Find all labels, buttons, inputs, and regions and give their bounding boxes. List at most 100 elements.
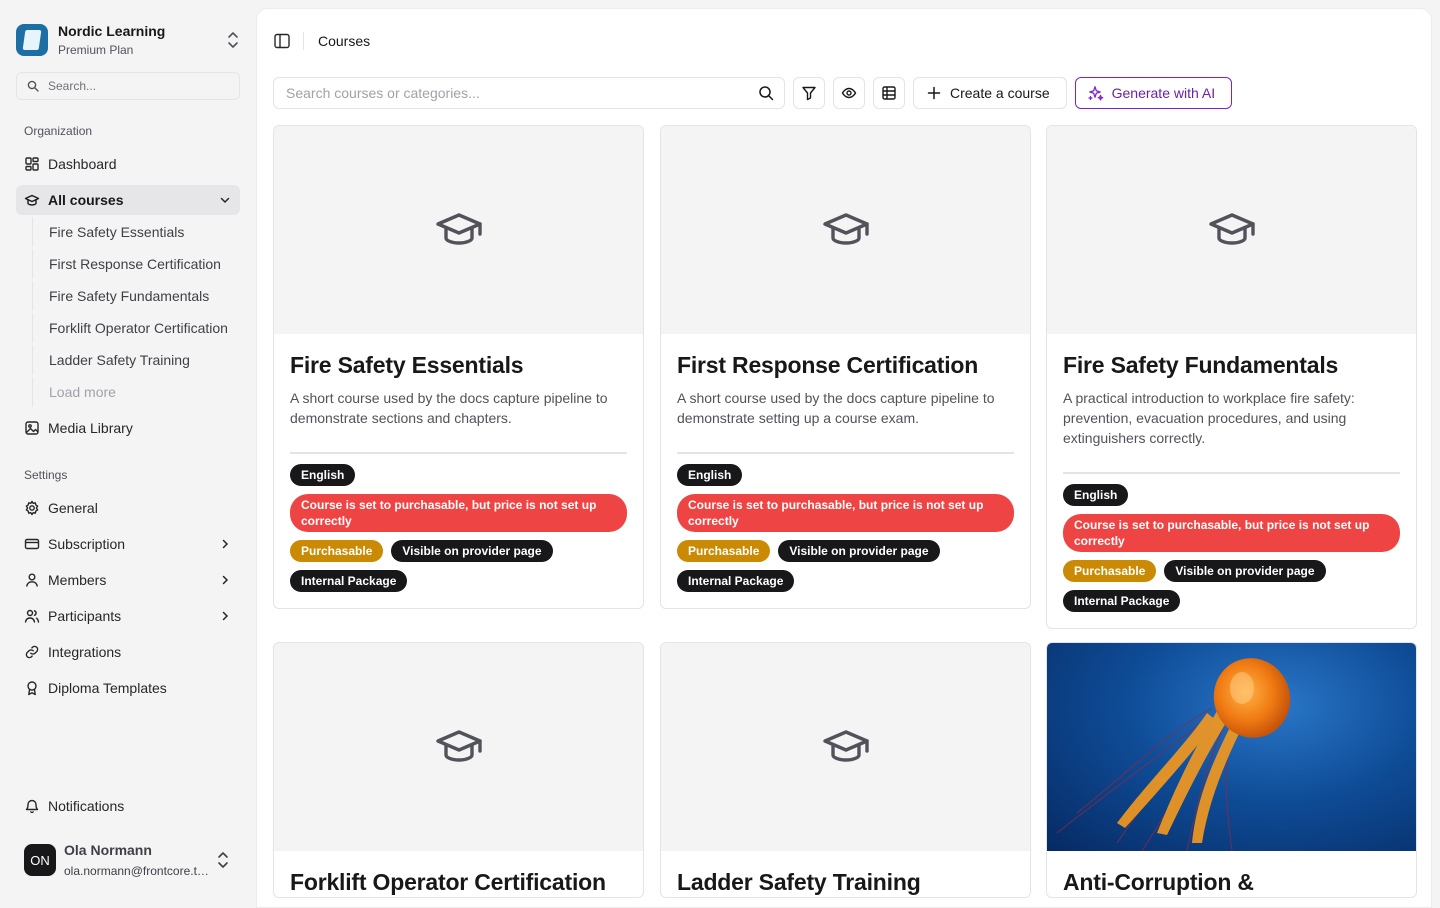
chevron-right-icon: [222, 539, 229, 549]
visible-badge: Visible on provider page: [778, 540, 940, 562]
avatar: ON: [24, 844, 56, 876]
course-thumbnail: [274, 126, 643, 334]
internal-package-badge: Internal Package: [1063, 590, 1181, 612]
breadcrumb: Courses: [318, 33, 371, 49]
course-card[interactable]: First Response Certification A short cou…: [660, 125, 1031, 609]
nav-members-label: Members: [48, 572, 107, 588]
course-card[interactable]: Anti-Corruption &: [1046, 642, 1417, 898]
nav-dashboard-label: Dashboard: [48, 156, 117, 172]
course-thumbnail: [1047, 126, 1416, 334]
sidebar-course-label: First Response Certification: [49, 256, 221, 272]
nav-integrations[interactable]: Integrations: [16, 637, 240, 667]
header-divider: [303, 32, 304, 50]
purchasable-badge: Purchasable: [677, 540, 771, 562]
course-title: Ladder Safety Training: [677, 869, 921, 895]
nav-general[interactable]: General: [16, 493, 240, 523]
load-more-label: Load more: [49, 384, 116, 400]
purchasable-badge: Purchasable: [290, 540, 384, 562]
internal-package-badge: Internal Package: [290, 570, 408, 592]
sidebar-course-link[interactable]: Fire Safety Essentials: [32, 217, 240, 247]
nav-participants-label: Participants: [48, 608, 122, 624]
sidebar-course-link[interactable]: Fire Safety Fundamentals: [32, 281, 240, 311]
course-search-input[interactable]: [286, 85, 758, 101]
gear-icon: [25, 500, 39, 516]
table-icon: [882, 86, 896, 100]
course-card[interactable]: Fire Safety Fundamentals A practical int…: [1046, 125, 1417, 629]
visibility-button[interactable]: [833, 77, 865, 109]
nav-notifications[interactable]: Notifications: [16, 791, 240, 821]
course-cover-image: [1047, 643, 1416, 851]
nav-subscription[interactable]: Subscription: [16, 529, 240, 559]
graduation-cap-icon: [435, 213, 482, 245]
sidebar-search[interactable]: [16, 72, 240, 100]
user-menu[interactable]: ON Ola Normann ola.normann@frontcore.tec…: [16, 836, 240, 884]
sidebar-course-label: Fire Safety Fundamentals: [49, 288, 210, 304]
user-icon: [26, 573, 38, 587]
org-switcher[interactable]: Nordic Learning Premium Plan: [16, 20, 240, 60]
chevrons-up-down-icon: [218, 852, 228, 868]
chevrons-up-down-icon: [228, 32, 238, 48]
generate-ai-button[interactable]: Generate with AI: [1074, 77, 1233, 109]
course-thumbnail: [661, 126, 1030, 334]
main-panel: Courses Create a course Generate with AI: [256, 8, 1432, 908]
course-description: A short course used by the docs capture …: [677, 390, 995, 426]
table-view-button[interactable]: [873, 77, 905, 109]
graduation-cap-icon: [24, 194, 40, 206]
user-email: ola.normann@frontcore.tech: [64, 864, 210, 878]
language-badge: English: [677, 464, 743, 486]
create-course-button[interactable]: Create a course: [913, 77, 1067, 109]
nav-all-courses[interactable]: All courses: [16, 185, 240, 215]
org-logo: [16, 24, 48, 56]
image-icon: [25, 421, 39, 435]
sidebar-course-link[interactable]: First Response Certification: [32, 249, 240, 279]
course-card[interactable]: Ladder Safety Training: [660, 642, 1031, 898]
nav-media-library[interactable]: Media Library: [16, 413, 240, 443]
course-card[interactable]: Forklift Operator Certification: [273, 642, 644, 898]
award-icon: [27, 681, 37, 696]
sidebar-course-label: Forklift Operator Certification: [49, 320, 228, 336]
org-name: Nordic Learning: [58, 23, 166, 39]
course-title: First Response Certification: [677, 352, 979, 378]
graduation-cap-icon: [1208, 213, 1255, 245]
load-more-link[interactable]: Load more: [32, 377, 240, 407]
language-badge: English: [290, 464, 356, 486]
course-description: A short course used by the docs capture …: [290, 390, 608, 426]
filter-button[interactable]: [793, 77, 825, 109]
visible-badge: Visible on provider page: [1164, 560, 1326, 582]
nav-notifications-label: Notifications: [48, 798, 125, 814]
filter-icon: [802, 86, 816, 101]
visible-badge: Visible on provider page: [391, 540, 553, 562]
sidebar-toggle-icon[interactable]: [273, 32, 291, 50]
eye-icon: [841, 87, 857, 99]
course-search[interactable]: [273, 77, 785, 109]
sidebar-search-input[interactable]: [48, 79, 228, 93]
link-icon: [25, 645, 39, 659]
sidebar-course-link[interactable]: Forklift Operator Certification: [32, 313, 240, 343]
nav-integrations-label: Integrations: [48, 644, 122, 660]
nav-members[interactable]: Members: [16, 565, 240, 595]
course-title: Forklift Operator Certification: [290, 869, 606, 895]
jellyfish-illustration: [1056, 658, 1291, 851]
language-badge: English: [1063, 484, 1129, 506]
plus-icon: [927, 86, 941, 100]
sidebar-course-link[interactable]: Ladder Safety Training: [32, 345, 240, 375]
sidebar-course-label: Ladder Safety Training: [49, 352, 190, 368]
nav-diploma-templates[interactable]: Diploma Templates: [16, 673, 240, 703]
graduation-cap-icon: [822, 730, 869, 762]
group-label-organization: Organization: [24, 124, 93, 138]
dashboard-icon: [25, 157, 39, 171]
nav-participants[interactable]: Participants: [16, 601, 240, 631]
course-thumbnail: [661, 643, 1030, 851]
sidebar-course-label: Fire Safety Essentials: [49, 224, 185, 240]
price-warning-badge: Course is set to purchasable, but price …: [677, 494, 1014, 532]
internal-package-badge: Internal Package: [677, 570, 795, 592]
user-name: Ola Normann: [64, 842, 152, 858]
sidebar: Nordic Learning Premium Plan Organizatio…: [0, 0, 256, 900]
nav-dashboard[interactable]: Dashboard: [16, 149, 240, 179]
course-title: Fire Safety Essentials: [290, 352, 524, 378]
bell-icon: [25, 799, 39, 814]
card-divider: [1063, 472, 1400, 474]
course-card[interactable]: Fire Safety Essentials A short course us…: [273, 125, 644, 609]
search-icon[interactable]: [758, 85, 774, 101]
sparkles-icon: [1087, 86, 1103, 101]
